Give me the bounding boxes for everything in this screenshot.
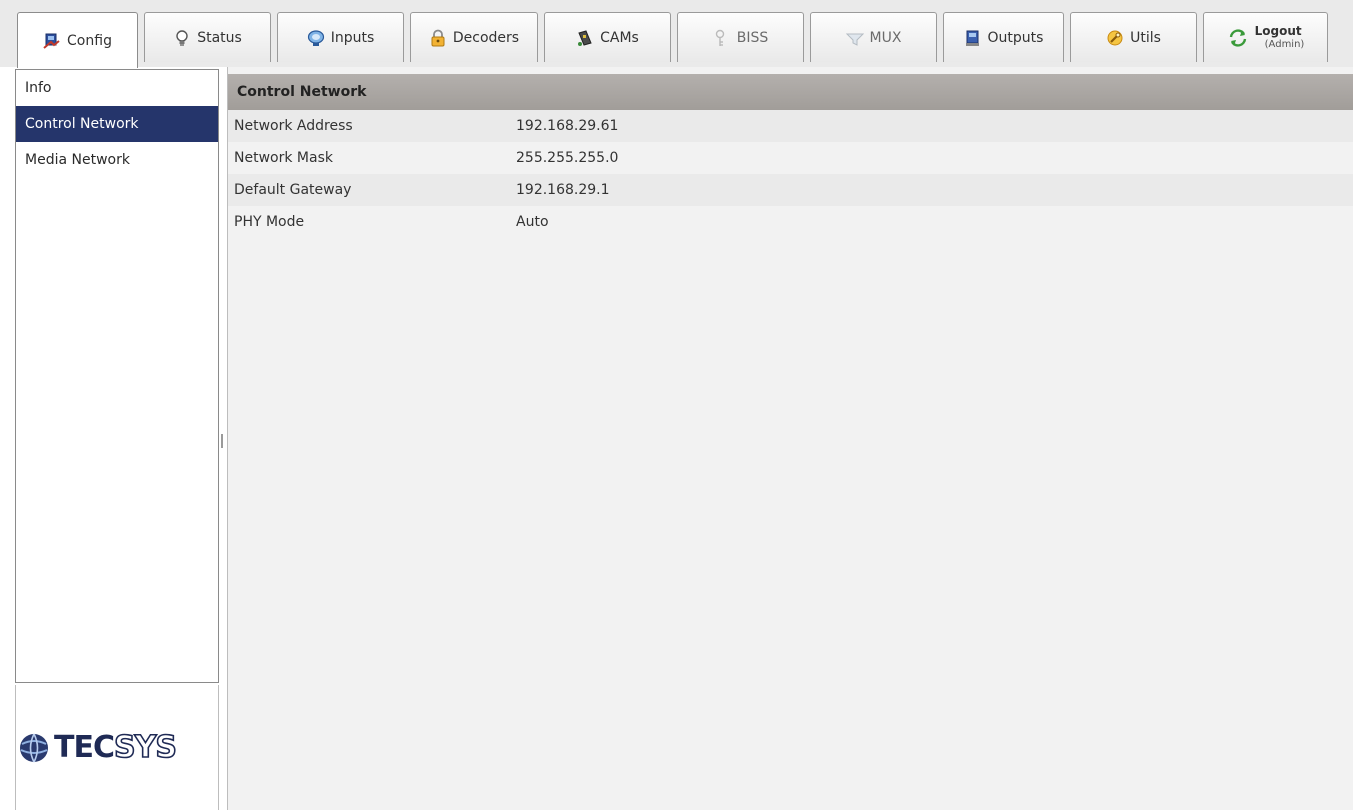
tab-status-label: Status: [197, 29, 242, 46]
lightbulb-icon: [176, 29, 188, 46]
padlock-icon: [431, 29, 445, 46]
tab-utils[interactable]: Utils: [1070, 12, 1197, 62]
logout-label: Logout (Admin): [1254, 24, 1305, 50]
logout-arrows-icon: [1229, 28, 1246, 47]
cam-card-icon: [578, 29, 592, 46]
property-value[interactable]: 192.168.29.1: [516, 174, 1353, 206]
tab-biss-label: BISS: [736, 29, 769, 46]
tab-cams[interactable]: CAMs: [544, 12, 671, 62]
tab-outputs[interactable]: Outputs: [943, 12, 1064, 62]
property-value[interactable]: 255.255.255.0: [516, 142, 1353, 174]
key-icon: [715, 29, 724, 46]
sidebar: Info Control Network Media Network TEC S…: [0, 67, 221, 810]
property-row-default-gateway: Default Gateway 192.168.29.1: [228, 174, 1353, 206]
property-label: Network Mask: [234, 150, 333, 166]
logout-text: Logout: [1254, 24, 1302, 39]
mux-funnel-icon: [845, 33, 864, 46]
property-label: Network Address: [234, 118, 353, 134]
logo-text-tec: TEC: [54, 730, 115, 765]
property-row-network-address: Network Address 192.168.29.61: [228, 110, 1353, 142]
property-value[interactable]: 192.168.29.61: [516, 110, 1353, 142]
property-label: PHY Mode: [234, 214, 305, 230]
logout-user: (Admin): [1264, 38, 1305, 50]
logo-text-sys: SYS: [113, 729, 178, 766]
outputs-icon: [965, 30, 979, 46]
tab-config[interactable]: Config: [17, 12, 138, 68]
logout-button[interactable]: Logout (Admin): [1203, 12, 1328, 62]
main-tab-bar: Config Status Inputs Decoders CAMs BISS …: [0, 0, 1353, 68]
sidebar-item-info[interactable]: Info: [16, 70, 218, 106]
section-header: Control Network: [228, 74, 1353, 110]
tab-status[interactable]: Status: [144, 12, 271, 62]
sidebar-item-media-network[interactable]: Media Network: [16, 142, 218, 178]
sidebar-item-control-network[interactable]: Control Network: [16, 106, 218, 142]
tab-config-label: Config: [67, 32, 112, 49]
property-label: Default Gateway: [234, 182, 352, 198]
tab-mux[interactable]: MUX: [810, 12, 937, 62]
tab-decoders-label: Decoders: [452, 29, 520, 46]
property-value[interactable]: Auto: [516, 206, 1353, 238]
sidebar-nav-list: Info Control Network Media Network: [15, 69, 219, 683]
main-panel: Control Network Network Address 192.168.…: [227, 67, 1353, 810]
splitter-grip[interactable]: [221, 434, 223, 448]
globe-logo-icon: [20, 733, 48, 762]
satellite-dish-icon: [307, 29, 324, 46]
logo-area: TEC SYS: [15, 685, 219, 810]
tab-inputs-label: Inputs: [330, 29, 375, 46]
tecsys-logo: TEC SYS: [18, 729, 178, 766]
config-icon: [43, 33, 60, 49]
tab-biss[interactable]: BISS: [677, 12, 804, 62]
tab-outputs-label: Outputs: [987, 29, 1044, 46]
tab-decoders[interactable]: Decoders: [410, 12, 538, 62]
property-row-network-mask: Network Mask 255.255.255.0: [228, 142, 1353, 174]
tab-mux-label: MUX: [869, 29, 902, 46]
tab-utils-label: Utils: [1130, 29, 1161, 46]
property-row-phy-mode: PHY Mode Auto: [228, 206, 1353, 238]
utils-wrench-icon: [1107, 30, 1123, 45]
tab-inputs[interactable]: Inputs: [277, 12, 404, 62]
logo-text: TEC SYS: [54, 729, 178, 766]
tab-cams-label: CAMs: [600, 29, 639, 46]
